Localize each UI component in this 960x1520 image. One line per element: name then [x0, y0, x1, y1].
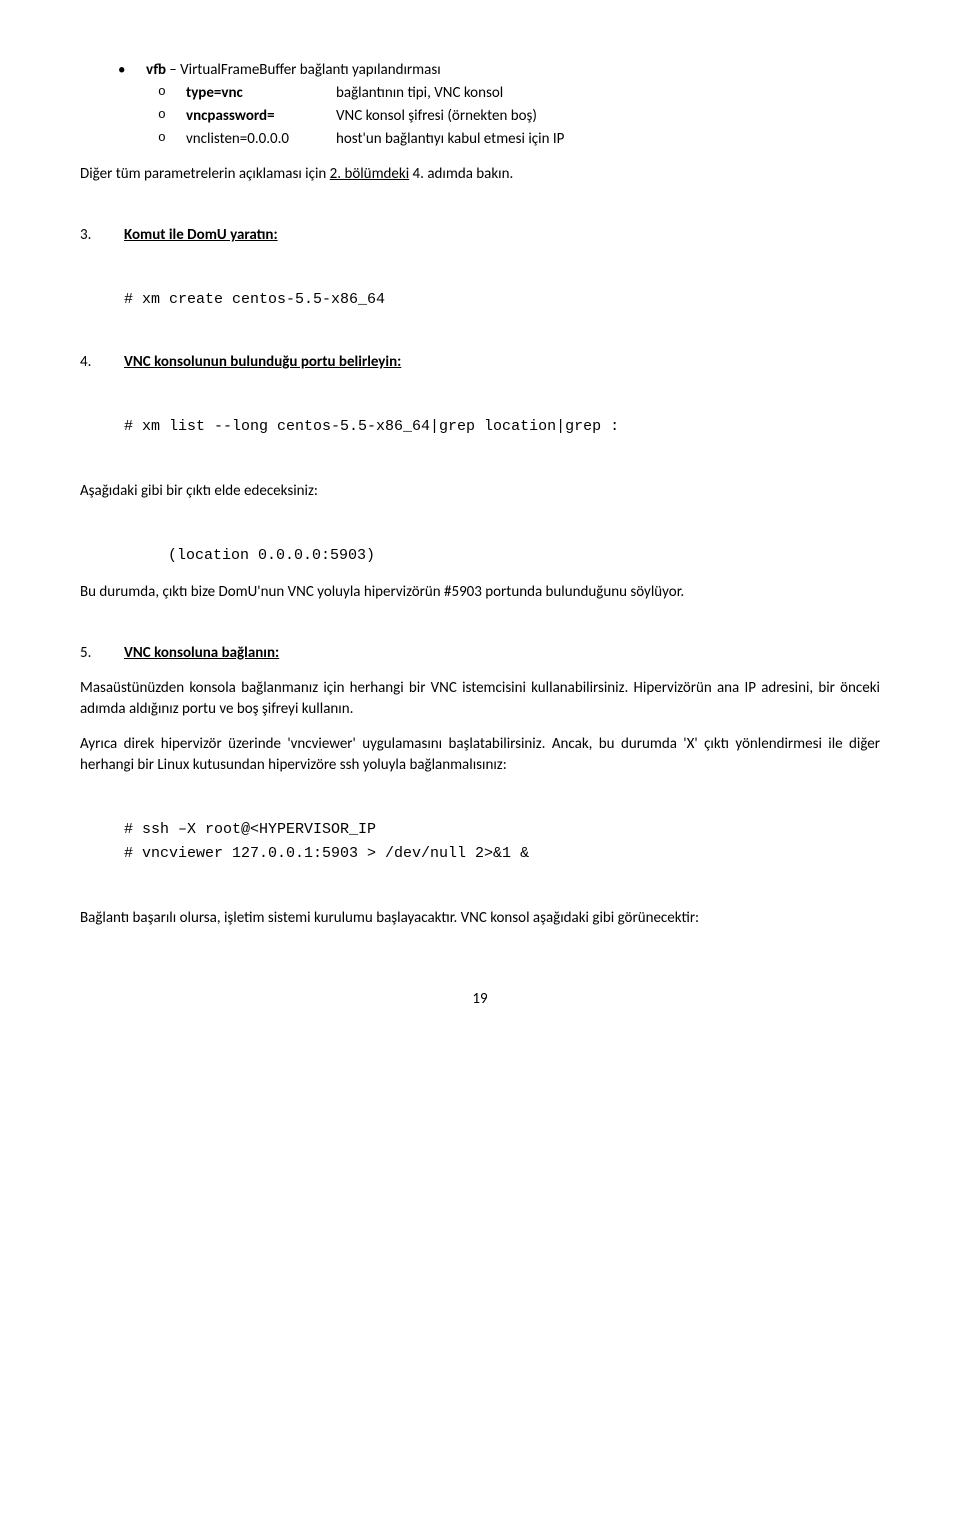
section-heading: 5. VNC konsoluna bağlanın:	[80, 643, 880, 664]
key: vncpassword=	[186, 106, 336, 127]
text: vfb – VirtualFrameBuffer bağlantı yapıla…	[146, 60, 441, 81]
code-block: # xm create centos-5.5-x86_64	[124, 288, 880, 312]
circle-bullet-icon: o	[158, 129, 186, 150]
text: vncpassword=VNC konsol şifresi (örnekten…	[186, 106, 537, 127]
code-block: (location 0.0.0.0:5903)	[168, 544, 880, 568]
key: vfb	[146, 61, 166, 79]
section-title: Komut ile DomU yaratın:	[124, 225, 278, 246]
paragraph: Aşağıdaki gibi bir çıktı elde edeceksini…	[80, 481, 880, 502]
section-number: 4.	[80, 352, 124, 373]
section-number: 5.	[80, 643, 124, 664]
key: vnclisten=0.0.0.0	[186, 129, 336, 150]
paragraph: Bu durumda, çıktı bize DomU'nun VNC yolu…	[80, 582, 880, 603]
desc: VNC konsol şifresi (örnekten boş)	[336, 107, 537, 125]
key: type=vnc	[186, 83, 336, 104]
paragraph: Diğer tüm parametrelerin açıklaması için…	[80, 164, 880, 185]
bullet-icon: •	[118, 60, 146, 81]
code-block: # xm list --long centos-5.5-x86_64|grep …	[124, 415, 880, 439]
circle-bullet-icon: o	[158, 106, 186, 127]
list-item: o vnclisten=0.0.0.0host'un bağlantıyı ka…	[158, 129, 880, 150]
section-number: 3.	[80, 225, 124, 246]
text: 4. adımda bakın.	[409, 165, 513, 183]
circle-bullet-icon: o	[158, 83, 186, 104]
list-item: • vfb – VirtualFrameBuffer bağlantı yapı…	[118, 60, 880, 81]
paragraph: Masaüstünüzden konsola bağlanmanız için …	[80, 678, 880, 720]
desc: bağlantının tipi, VNC konsol	[336, 84, 503, 102]
page-number: 19	[80, 989, 880, 1010]
text: type=vncbağlantının tipi, VNC konsol	[186, 83, 503, 104]
text: Diğer tüm parametrelerin açıklaması için	[80, 165, 330, 183]
link-reference: 2. bölümdeki	[330, 165, 409, 183]
list-item: o type=vncbağlantının tipi, VNC konsol	[158, 83, 880, 104]
text: vnclisten=0.0.0.0host'un bağlantıyı kabu…	[186, 129, 564, 150]
section-heading: 4. VNC konsolunun bulunduğu portu belirl…	[80, 352, 880, 373]
section-title: VNC konsolunun bulunduğu portu belirleyi…	[124, 352, 401, 373]
code-block: # ssh –X root@<HYPERVISOR_IP # vncviewer…	[124, 818, 880, 866]
paragraph: Ayrıca direk hipervizör üzerinde 'vncvie…	[80, 734, 880, 776]
desc: host'un bağlantıyı kabul etmesi için IP	[336, 130, 564, 148]
paragraph: Bağlantı başarılı olursa, işletim sistem…	[80, 908, 880, 929]
section-heading: 3. Komut ile DomU yaratın:	[80, 225, 880, 246]
section-title: VNC konsoluna bağlanın:	[124, 643, 279, 664]
desc: – VirtualFrameBuffer bağlantı yapılandır…	[166, 61, 441, 79]
list-item: o vncpassword=VNC konsol şifresi (örnekt…	[158, 106, 880, 127]
